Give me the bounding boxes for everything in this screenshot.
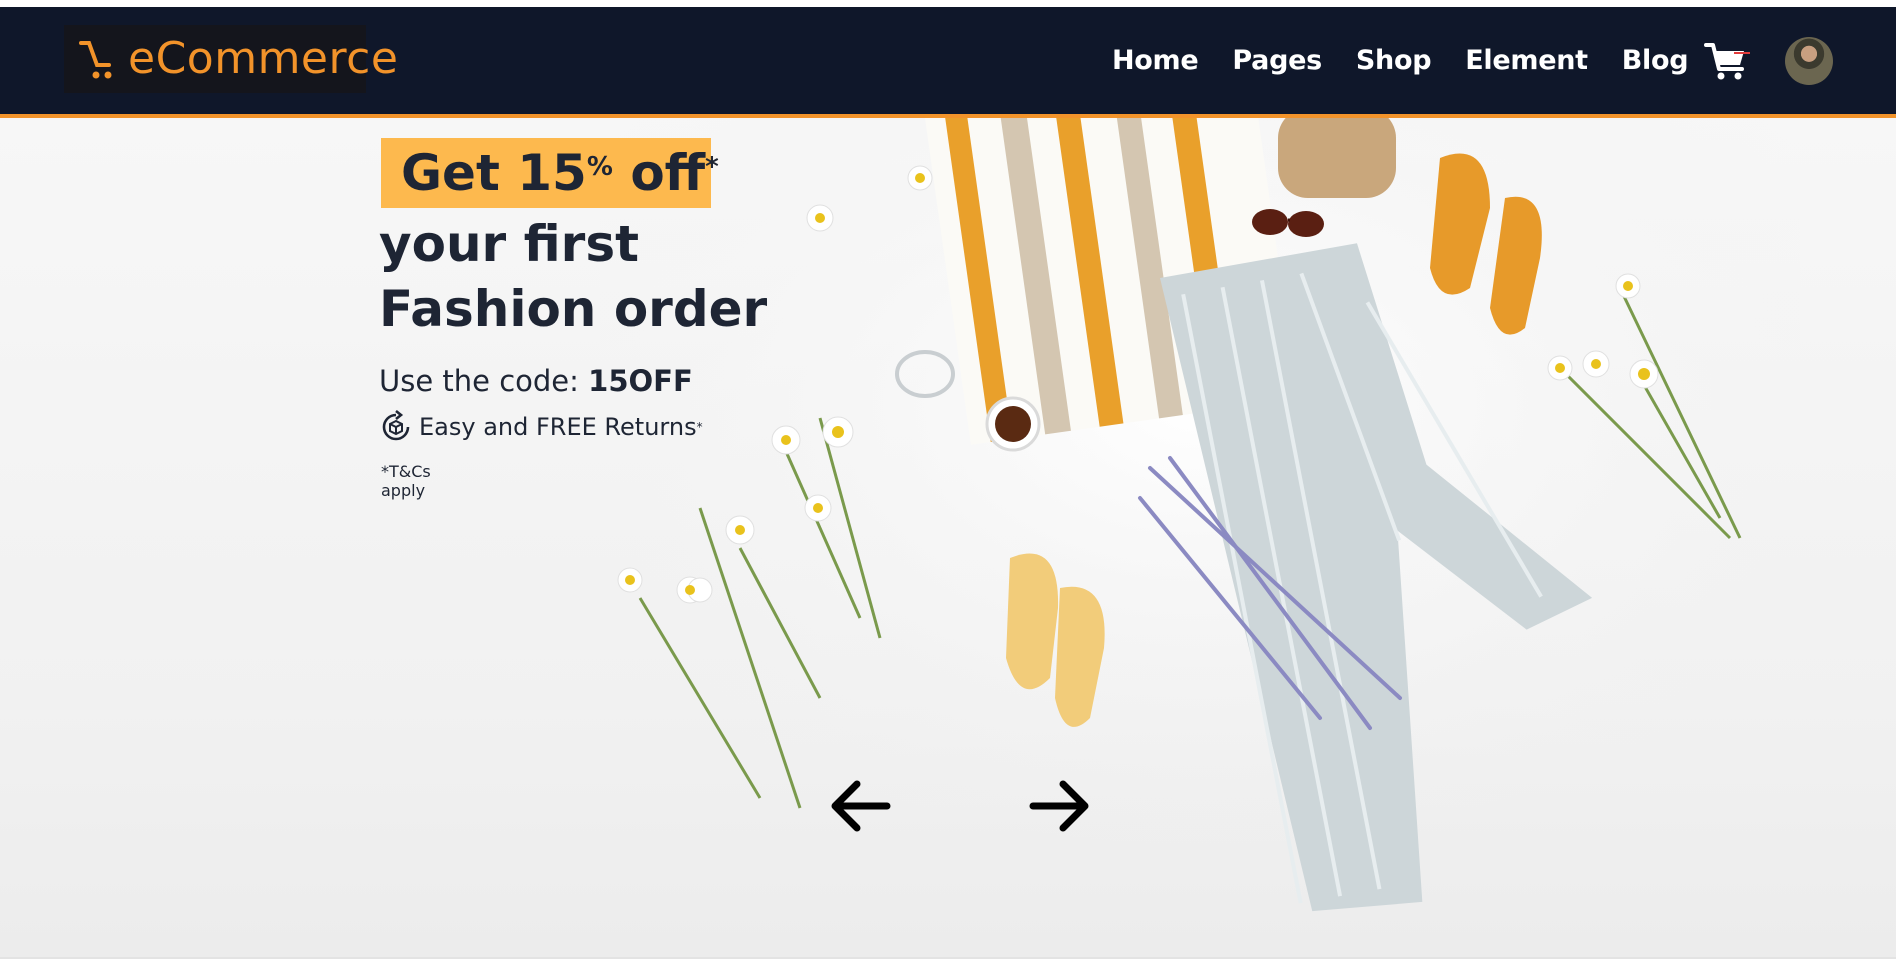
headline-line-2: your first xyxy=(379,215,639,273)
promo-code-line: Use the code: 15OFF xyxy=(379,364,693,398)
main-nav: Home Pages Shop Element Blog xyxy=(1112,7,1689,114)
brand-logo[interactable]: eCommerce xyxy=(64,25,398,93)
returns-icon xyxy=(382,410,410,441)
offer-text: Get 15% off* xyxy=(401,144,719,202)
nav-pages[interactable]: Pages xyxy=(1232,45,1322,76)
terms-note: *T&Cs apply xyxy=(381,462,431,500)
fashion-flatlay-image xyxy=(600,118,1800,912)
arrow-right-icon[interactable] xyxy=(1029,776,1093,836)
logo-text: eCommerce xyxy=(128,33,399,84)
nav-blog[interactable]: Blog xyxy=(1622,45,1689,76)
offer-badge: Get 15% off* xyxy=(381,138,719,208)
navbar: eCommerce Home Pages Shop Element Blog xyxy=(0,7,1896,118)
headline-line-3: Fashion order xyxy=(379,280,768,338)
hero-banner: Get 15% off* your first Fashion order Us… xyxy=(0,118,1896,959)
shopping-cart-logo-icon xyxy=(79,41,112,79)
cart-icon[interactable] xyxy=(1704,39,1752,83)
nav-shop[interactable]: Shop xyxy=(1356,45,1432,76)
promo-code: 15OFF xyxy=(588,364,693,398)
arrow-left-icon[interactable] xyxy=(827,776,891,836)
nav-element[interactable]: Element xyxy=(1465,45,1588,76)
free-returns: Easy and FREE Returns * xyxy=(379,410,703,444)
nav-home[interactable]: Home xyxy=(1112,45,1199,76)
user-avatar[interactable] xyxy=(1785,37,1833,85)
